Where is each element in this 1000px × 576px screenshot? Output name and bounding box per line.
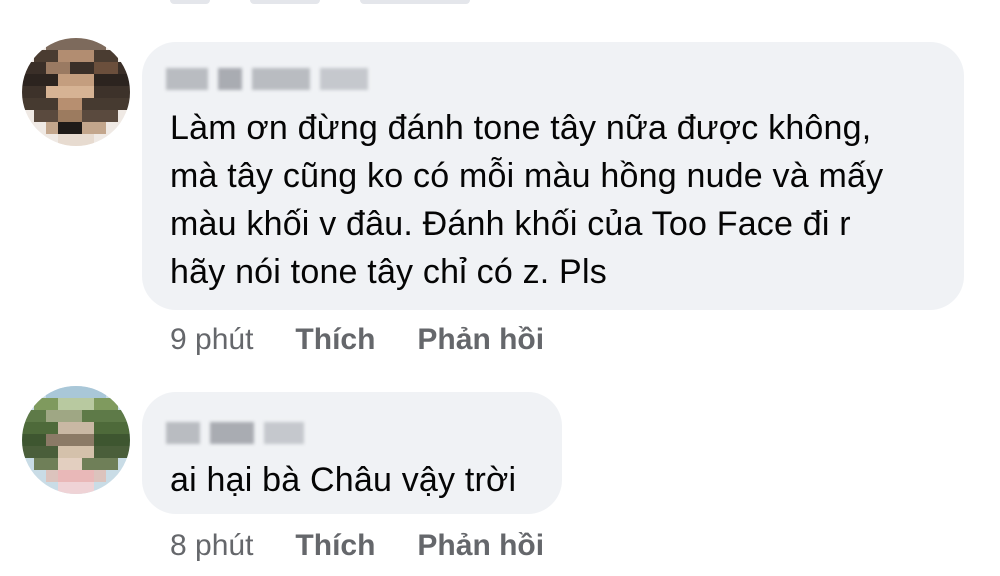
avatar[interactable] [22,386,130,494]
avatar-pixelated-icon [22,38,130,146]
comment-text: Làm ơn đừng đánh tone tây nữa được không… [170,104,883,296]
timestamp[interactable]: 8 phút [170,528,253,564]
comment-text-line: màu khối v đâu. Đánh khối của Too Face đ… [170,205,851,243]
like-button[interactable]: Thích [295,322,375,358]
comment-actions: 9 phút Thích Phản hồi [170,322,586,358]
comment-text-line: ai hại bà Châu vậy trời [170,461,517,499]
timestamp[interactable]: 9 phút [170,322,253,358]
avatar[interactable] [22,38,130,146]
reply-button[interactable]: Phản hồi [417,528,544,564]
reply-button[interactable]: Phản hồi [417,322,544,358]
comment-text-line: hãy nói tone tây chỉ có z. Pls [170,253,607,291]
previous-comment-meta-cutoff [170,0,470,4]
avatar-pixelated-icon [22,386,130,494]
comment-text-line: mà tây cũng ko có mỗi màu hồng nude và m… [170,157,884,195]
author-name-blurred[interactable] [166,68,368,90]
comment-text: ai hại bà Châu vậy trời [170,456,516,504]
comment-bubble: Làm ơn đừng đánh tone tây nữa được không… [142,42,964,310]
like-button[interactable]: Thích [295,528,375,564]
comment-bubble: ai hại bà Châu vậy trời [142,392,562,514]
author-name-blurred[interactable] [166,422,304,444]
comment-text-line: Làm ơn đừng đánh tone tây nữa được không… [170,109,872,147]
comment-actions: 8 phút Thích Phản hồi [170,528,586,564]
